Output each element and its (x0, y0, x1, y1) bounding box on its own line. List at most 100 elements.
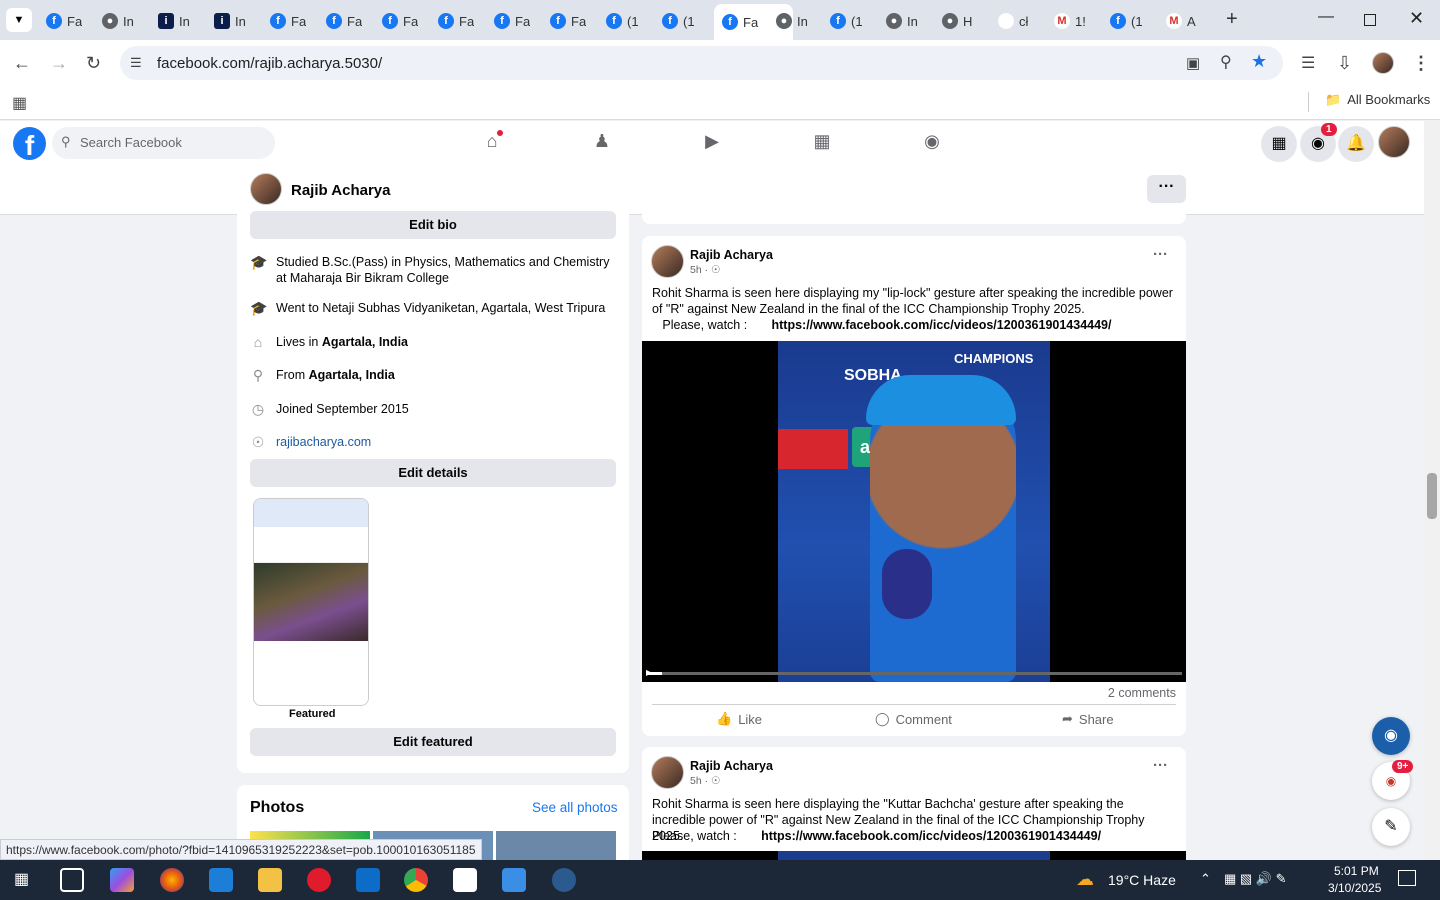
bookmark-star-icon[interactable]: ★ (1251, 51, 1267, 72)
clock-date[interactable]: 3/10/2025 (1328, 881, 1381, 895)
task-view-icon[interactable] (60, 868, 84, 892)
opera-icon[interactable] (307, 868, 331, 892)
scrollbar-thumb[interactable] (1427, 473, 1437, 519)
chrome-icon[interactable] (404, 868, 428, 892)
share-button[interactable]: ➦ Share (1062, 711, 1114, 727)
home-nav-icon[interactable]: ⌂ (480, 130, 504, 155)
notifications-center-icon[interactable] (1398, 870, 1416, 886)
post-time-text[interactable]: 5h (690, 775, 702, 787)
url-text[interactable]: facebook.com/rajib.acharya.5030/ (157, 55, 382, 72)
firefox-icon[interactable] (160, 868, 184, 892)
from-place[interactable]: Agartala, India (309, 368, 395, 382)
photos-app-icon[interactable] (502, 868, 526, 892)
browser-tab[interactable]: ● In (776, 8, 808, 34)
account-avatar[interactable] (1378, 126, 1410, 158)
post-options-icon[interactable]: ··· (1153, 246, 1168, 263)
zoom-icon[interactable]: ⚲ (1220, 52, 1232, 72)
restore-button[interactable] (1364, 14, 1376, 26)
tray-chevron-icon[interactable]: ⌃ (1200, 871, 1211, 887)
copilot-icon[interactable] (110, 868, 134, 892)
post-author-avatar[interactable] (651, 756, 684, 789)
lives-in-place[interactable]: Agartala, India (322, 335, 408, 349)
post-video-player[interactable]: SOBHA CHAMPIONS aramco ▶ (642, 341, 1186, 682)
new-tab-button[interactable]: + (1226, 8, 1238, 31)
browser-tab[interactable]: f Fa (382, 8, 418, 34)
post-timestamp[interactable]: 5h · ☉ (690, 264, 720, 276)
facebook-logo-icon[interactable]: f (13, 127, 46, 161)
address-bar[interactable]: ☰ facebook.com/rajib.acharya.5030/ ▣ ⚲ ★ (120, 46, 1283, 80)
menu-grid-icon[interactable]: ▦ (1261, 126, 1297, 162)
like-button[interactable]: 👍 Like (716, 711, 762, 727)
app-icon[interactable] (209, 868, 233, 892)
browser-tab[interactable]: i In (158, 8, 190, 34)
install-app-icon[interactable]: ▣ (1186, 54, 1200, 72)
see-all-photos-link[interactable]: See all photos (532, 800, 618, 815)
clock-time[interactable]: 5:01 PM (1334, 864, 1379, 878)
download-icon[interactable]: ⇩ (1337, 53, 1352, 74)
browser-tab[interactable]: f (1 (1110, 8, 1143, 34)
browser-tab[interactable]: f Fa (326, 8, 362, 34)
post-options-icon[interactable]: ··· (1153, 757, 1168, 774)
browser-tab[interactable]: i In (214, 8, 246, 34)
reload-icon[interactable]: ↻ (86, 53, 101, 74)
browser-tab[interactable]: M 1! (1054, 8, 1086, 34)
browser-tab[interactable]: f Fa (438, 8, 474, 34)
browser-tab[interactable]: f Fa (46, 8, 82, 34)
comment-button[interactable]: ◯ Comment (875, 711, 952, 727)
apps-grid-icon[interactable]: ▦ (12, 93, 27, 113)
weather-text[interactable]: 19°C Haze (1108, 872, 1176, 888)
back-icon[interactable]: ← (13, 53, 31, 74)
browser-tab[interactable]: ● In (102, 8, 134, 34)
site-info-icon[interactable]: ☰ (130, 55, 142, 71)
tab-search-button[interactable]: ▼ (6, 8, 32, 32)
friends-nav-icon[interactable]: ♟ (590, 131, 614, 155)
minimize-button[interactable]: — (1318, 8, 1334, 26)
menu-kebab-icon[interactable]: ⋮ (1412, 53, 1430, 74)
close-window-button[interactable]: ✕ (1409, 8, 1424, 29)
browser-tab[interactable]: f (1 (606, 8, 639, 34)
post-time-text[interactable]: 5h (690, 264, 702, 276)
active-app-icon[interactable] (552, 868, 576, 892)
edit-featured-button[interactable]: Edit featured (250, 728, 616, 756)
groups-nav-icon[interactable]: ◉ (920, 131, 944, 155)
profile-avatar-small[interactable] (250, 173, 282, 205)
browser-tab[interactable]: ● H (942, 8, 972, 34)
photo-thumbnail[interactable] (496, 831, 616, 861)
browser-tab[interactable]: f (1 (830, 8, 863, 34)
video-play-icon[interactable]: ▶ (646, 668, 652, 677)
all-bookmarks-button[interactable]: 📁 All Bookmarks (1325, 92, 1430, 108)
watch-nav-icon[interactable]: ▶ (700, 131, 724, 155)
marketplace-nav-icon[interactable]: ▦ (810, 131, 834, 155)
icc-contact-icon[interactable]: ◉ (1372, 717, 1410, 755)
featured-thumbnail[interactable] (253, 498, 369, 706)
post-author-name[interactable]: Rajib Acharya (690, 759, 773, 773)
profile-more-button[interactable]: ··· (1147, 175, 1186, 203)
video-progress-bar[interactable] (646, 672, 1182, 675)
notifications-bell-icon[interactable]: 🔔 (1338, 126, 1374, 162)
post-timestamp[interactable]: 5h · ☉ (690, 775, 720, 787)
profile-name[interactable]: Rajib Acharya (291, 182, 391, 199)
browser-tab[interactable]: f Fa (494, 8, 530, 34)
reading-list-icon[interactable]: ☰ (1301, 53, 1315, 73)
browser-tab[interactable]: f (1 (662, 8, 695, 34)
windows-start-icon[interactable]: ▦ (14, 871, 32, 889)
notepad-icon[interactable] (453, 868, 477, 892)
browser-tab[interactable]: f Fa (270, 8, 306, 34)
browser-tab[interactable]: ▲ cł (998, 8, 1028, 34)
tray-icons[interactable]: ▦ ▧ 🔊 ✎ (1224, 871, 1286, 887)
post-video-link[interactable]: https://www.facebook.com/icc/videos/1200… (772, 318, 1112, 332)
edit-bio-button[interactable]: Edit bio (250, 211, 616, 239)
browser-tab[interactable]: f Fa (550, 8, 586, 34)
browser-tab[interactable]: ● In (886, 8, 918, 34)
comments-count[interactable]: 2 comments (1108, 686, 1176, 700)
post-author-name[interactable]: Rajib Acharya (690, 248, 773, 262)
edit-details-button[interactable]: Edit details (250, 459, 616, 487)
website-link[interactable]: rajibacharya.com (276, 434, 371, 450)
post-author-avatar[interactable] (651, 245, 684, 278)
forward-icon[interactable]: → (50, 53, 68, 74)
search-input[interactable]: ⚲ Search Facebook (52, 127, 275, 159)
file-explorer-icon[interactable] (258, 868, 282, 892)
profile-avatar[interactable] (1372, 52, 1394, 74)
store-icon[interactable] (356, 868, 380, 892)
post-video-link[interactable]: https://www.facebook.com/icc/videos/1200… (761, 829, 1101, 843)
